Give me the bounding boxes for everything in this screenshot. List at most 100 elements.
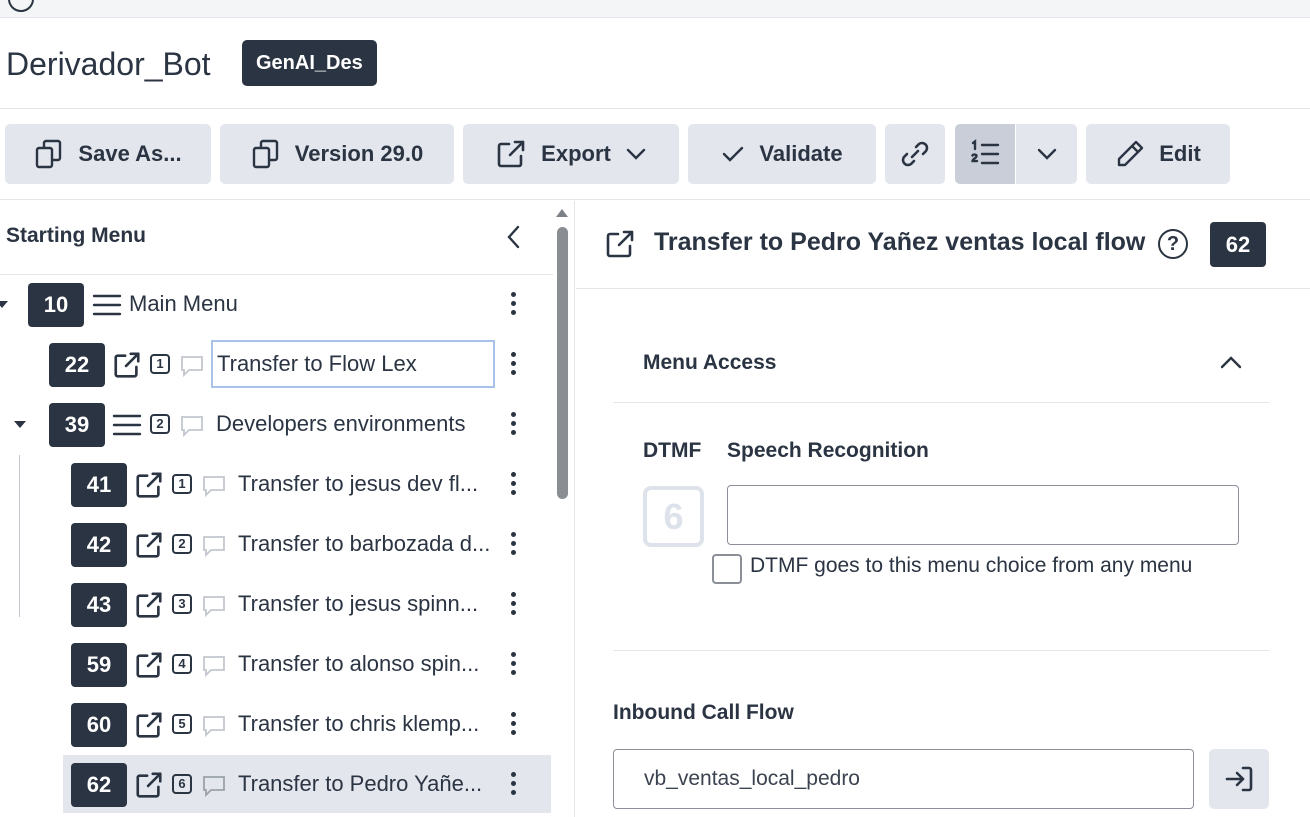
more-icon[interactable] (505, 410, 521, 438)
tree-row[interactable]: 60 5 Transfer to chris klemp... (0, 695, 553, 753)
tree-scrollbar[interactable] (553, 201, 573, 817)
chevron-down-icon (1037, 148, 1056, 160)
tree-row[interactable]: 41 1 Transfer to jesus dev fl... (0, 455, 553, 513)
external-link-icon (136, 652, 162, 678)
tree-row-label: Developers environments (216, 411, 466, 436)
more-icon[interactable] (505, 590, 521, 618)
external-link-icon (136, 472, 162, 498)
tree-row-selected[interactable]: 62 6 Transfer to Pedro Yañe... (63, 755, 551, 813)
speech-recognition-label: Speech Recognition (727, 439, 929, 462)
menu-access-title: Menu Access (643, 351, 777, 374)
tree-title: Starting Menu (6, 224, 146, 247)
validate-button[interactable]: Validate (688, 124, 876, 184)
menu-icon (112, 414, 142, 436)
external-link-icon (136, 532, 162, 558)
speech-bubble-icon (181, 416, 203, 438)
menu-access-section: Menu Access DTMF Speech Recognition 6 DT… (613, 329, 1269, 651)
circle-icon (8, 0, 34, 12)
inbound-call-flow-field[interactable]: vb_ventas_local_pedro (613, 749, 1194, 809)
caret-down-icon[interactable] (0, 301, 8, 308)
external-link-icon (114, 352, 140, 378)
dtmf-key-badge: 1 (150, 354, 170, 374)
caret-down-icon[interactable] (14, 421, 26, 428)
numbered-list-button[interactable] (955, 124, 1015, 184)
menu-access-header[interactable]: Menu Access (613, 329, 1269, 403)
menu-number: 60 (71, 703, 127, 747)
more-icon[interactable] (505, 470, 521, 498)
scroll-up-icon[interactable] (556, 209, 568, 217)
copy-icon (36, 139, 62, 169)
tree-row-label-input[interactable]: Transfer to Flow Lex (211, 340, 495, 388)
speech-bubble-icon (181, 356, 203, 378)
menu-number: 62 (71, 763, 127, 807)
menu-tree-panel: Starting Menu 10 Main Menu 22 1 Transfer… (0, 201, 575, 817)
copy-icon (252, 139, 278, 169)
more-icon[interactable] (505, 650, 521, 678)
menu-number: 59 (71, 643, 127, 687)
tree-row[interactable]: 42 2 Transfer to barbozada d... (0, 515, 553, 573)
more-icon[interactable] (505, 350, 521, 378)
more-icon[interactable] (505, 530, 521, 558)
help-icon[interactable]: ? (1158, 229, 1188, 259)
dtmf-key-badge: 2 (150, 414, 170, 434)
tree-row[interactable]: 10 Main Menu (0, 275, 553, 333)
external-link-icon (136, 712, 162, 738)
tree-row-label: Transfer to jesus dev fl... (238, 471, 479, 496)
menu-icon (92, 294, 122, 316)
menu-number: 41 (71, 463, 127, 507)
tree-row-label: Transfer to jesus spinn... (238, 591, 479, 616)
version-button[interactable]: Version 29.0 (220, 124, 454, 184)
external-link-icon (136, 592, 162, 618)
any-menu-checkbox[interactable] (712, 554, 742, 584)
scroll-thumb[interactable] (557, 227, 568, 499)
toolbar: Save As... Version 29.0 Export Validate … (0, 110, 1310, 200)
tree-row[interactable]: 22 1 Transfer to Flow Lex (0, 335, 553, 393)
menu-number: 39 (49, 403, 105, 447)
open-flow-button[interactable] (1209, 749, 1269, 809)
speech-bubble-icon (203, 656, 225, 678)
export-button[interactable]: Export (463, 124, 679, 184)
tree-row[interactable]: 39 2 Developers environments (0, 395, 553, 453)
save-as-button[interactable]: Save As... (5, 124, 211, 184)
export-label: Export (541, 141, 611, 166)
chevron-up-icon[interactable] (1219, 353, 1243, 371)
tree-row-label: Main Menu (129, 291, 238, 316)
chevron-left-icon[interactable] (502, 223, 526, 251)
speech-bubble-icon (203, 596, 225, 618)
tree-row-label: Transfer to alonso spin... (238, 651, 480, 676)
any-menu-checkbox-label: DTMF goes to this menu choice from any m… (750, 554, 1193, 577)
external-link-icon (136, 772, 162, 798)
chevron-down-icon (626, 148, 646, 160)
view-dropdown-button[interactable] (1016, 124, 1077, 184)
menu-number: 10 (28, 283, 84, 327)
dtmf-key-badge: 1 (172, 474, 192, 494)
dtmf-key-badge: 3 (172, 594, 192, 614)
speech-bubble-icon (203, 776, 225, 798)
menu-number: 42 (71, 523, 127, 567)
more-icon[interactable] (505, 290, 521, 318)
version-label: Version 29.0 (294, 141, 424, 166)
link-button[interactable] (885, 124, 945, 184)
dtmf-key-badge: 4 (172, 654, 192, 674)
tree-row[interactable]: 43 3 Transfer to jesus spinn... (0, 575, 553, 633)
detail-panel: Transfer to Pedro Yañez ventas local flo… (576, 201, 1310, 817)
menu-number: 22 (49, 343, 105, 387)
dtmf-key-badge: 6 (172, 774, 192, 794)
external-link-icon (497, 140, 525, 168)
link-icon (901, 141, 929, 167)
more-icon[interactable] (505, 770, 521, 798)
edit-button[interactable]: Edit (1086, 124, 1230, 184)
tree-header: Starting Menu (0, 201, 553, 275)
detail-title: Transfer to Pedro Yañez ventas local flo… (654, 228, 1146, 256)
inbound-call-flow-label: Inbound Call Flow (613, 701, 794, 724)
speech-recognition-input[interactable] (727, 485, 1239, 545)
external-link-icon (606, 230, 634, 258)
check-icon (723, 146, 744, 162)
pencil-icon (1118, 140, 1144, 167)
numbered-list-icon (971, 139, 1000, 165)
tree-row-label: Transfer to Pedro Yañe... (238, 771, 483, 796)
edit-label: Edit (1159, 141, 1201, 166)
detail-number-badge: 62 (1210, 222, 1266, 267)
tree-row[interactable]: 59 4 Transfer to alonso spin... (0, 635, 553, 693)
more-icon[interactable] (505, 710, 521, 738)
